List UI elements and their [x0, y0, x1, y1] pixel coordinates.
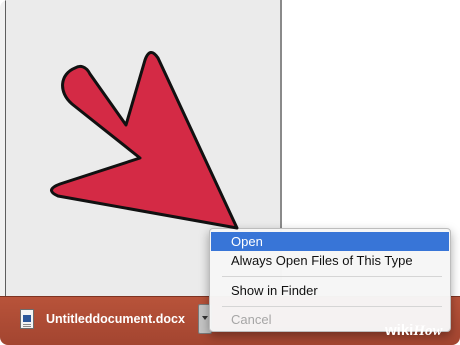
watermark-wiki: wiki: [385, 322, 414, 339]
screen: Untitleddocument.docx Open Always Open F…: [0, 0, 460, 345]
arrow-shape: [50, 51, 239, 230]
wikihow-watermark: wikiHow: [385, 322, 443, 340]
watermark-how: How: [413, 323, 443, 339]
pointer-arrow-icon: [50, 51, 239, 230]
